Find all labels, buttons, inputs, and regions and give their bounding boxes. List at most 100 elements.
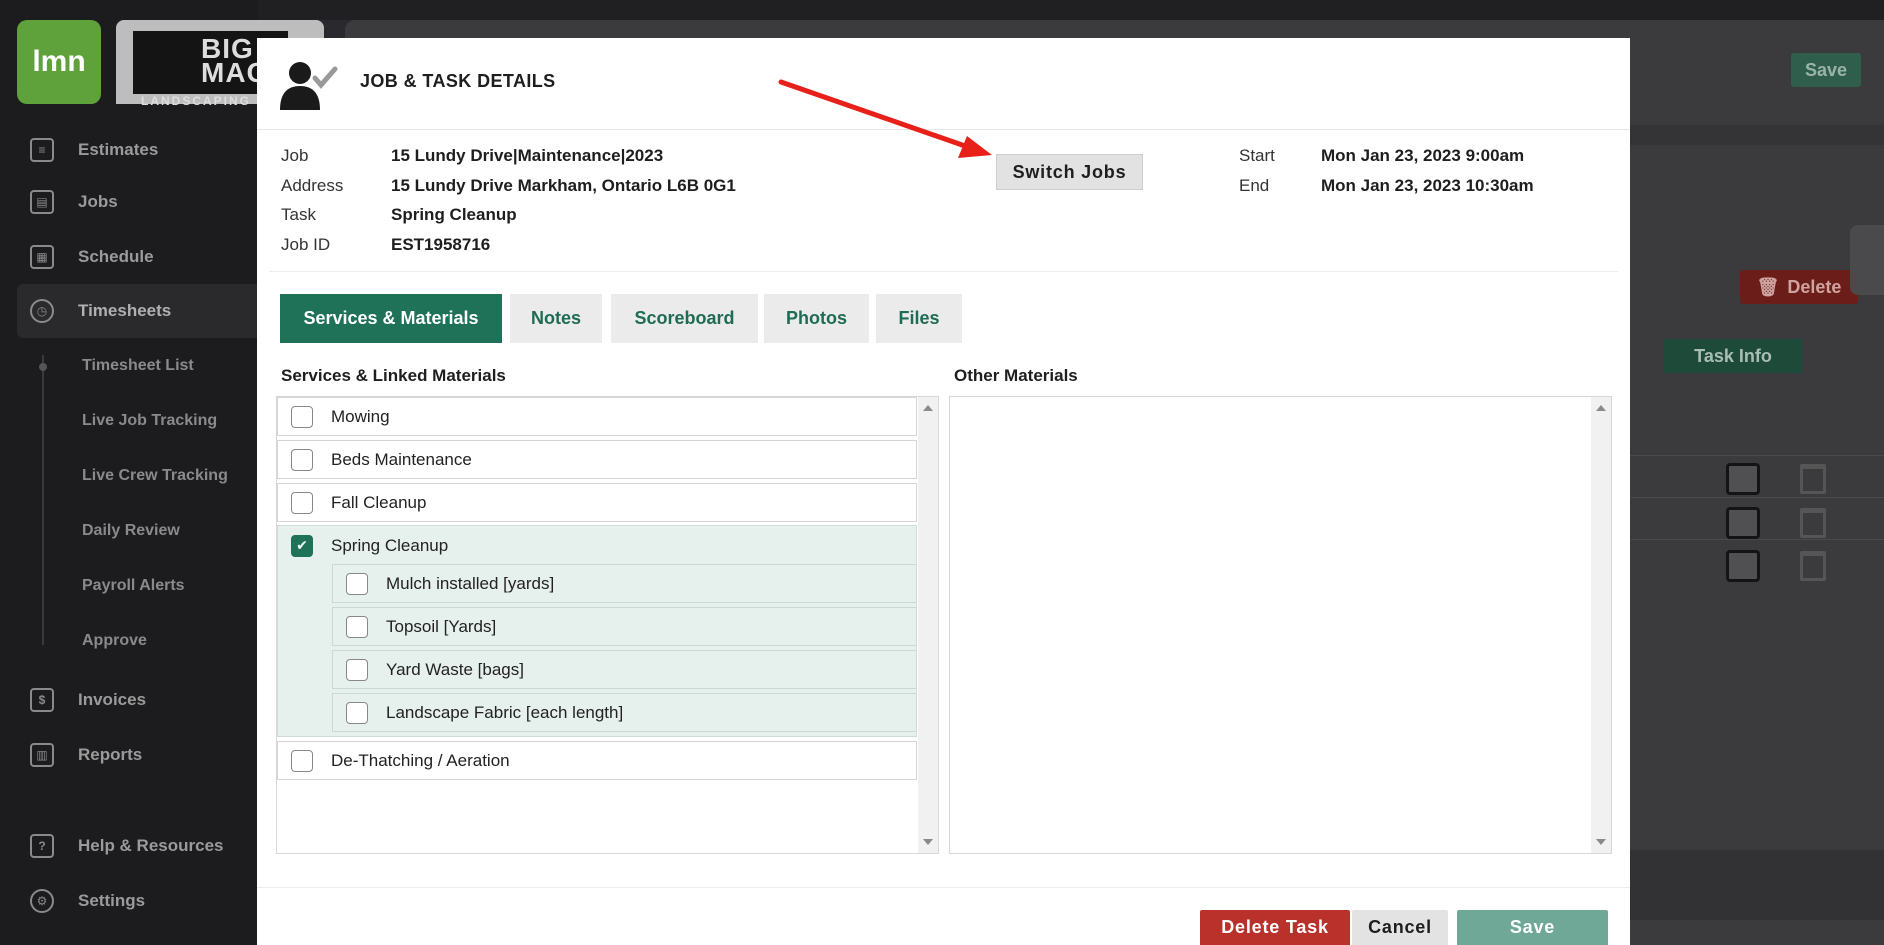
checkbox[interactable] <box>291 749 313 772</box>
material-row-topsoil[interactable]: Topsoil [Yards] <box>332 607 917 646</box>
job-label: Job <box>281 146 309 165</box>
checkbox-checked[interactable]: ✔ <box>291 534 313 557</box>
save-button[interactable]: Save <box>1457 910 1608 945</box>
checkbox[interactable] <box>291 405 313 428</box>
tab-photos[interactable]: Photos <box>764 294 869 343</box>
material-label: Landscape Fabric [each length] <box>386 702 624 722</box>
modal-header: JOB & TASK DETAILS <box>257 38 1630 130</box>
tab-services-materials[interactable]: Services & Materials <box>280 294 502 343</box>
scroll-down-arrow-icon[interactable] <box>923 839 933 845</box>
other-materials-title: Other Materials <box>954 366 1078 385</box>
material-row-landscape-fabric[interactable]: Landscape Fabric [each length] <box>332 693 917 732</box>
divider <box>269 271 1618 272</box>
service-row-beds-maintenance[interactable]: Beds Maintenance <box>277 440 917 479</box>
jobs-icon: ▤ <box>30 190 54 214</box>
sidebar-item-jobs[interactable]: ▤ Jobs <box>30 190 118 214</box>
tab-scoreboard[interactable]: Scoreboard <box>611 294 758 343</box>
checkbox[interactable] <box>346 701 368 724</box>
calendar-icon: ▦ <box>30 245 54 269</box>
checkbox[interactable] <box>346 572 368 595</box>
sidebar-item-label: Jobs <box>78 192 118 211</box>
background-bottom-bar <box>1630 850 1884 920</box>
sidebar-item-invoices[interactable]: $ Invoices <box>30 688 146 712</box>
sidebar-subitem-timesheet-list[interactable]: Timesheet List <box>82 357 194 375</box>
tab-files[interactable]: Files <box>876 294 962 343</box>
sidebar-item-label: Schedule <box>78 247 154 266</box>
job-id-label: Job ID <box>281 235 331 254</box>
scroll-up-arrow-icon[interactable] <box>923 405 933 411</box>
invoice-icon: $ <box>30 688 54 712</box>
tab-notes[interactable]: Notes <box>510 294 602 343</box>
filter-sliders-icon[interactable] <box>1850 225 1884 295</box>
service-row-spring-cleanup[interactable]: ✔ Spring Cleanup <box>278 526 916 565</box>
checkbox[interactable] <box>346 658 368 681</box>
switch-jobs-button[interactable]: Switch Jobs <box>996 154 1143 190</box>
task-info-button[interactable]: Task Info <box>1664 339 1802 373</box>
user-check-icon <box>280 62 338 110</box>
other-materials-list[interactable] <box>949 396 1612 854</box>
sidebar-item-timesheets[interactable]: ◷ Timesheets <box>17 284 258 338</box>
service-row-fall-cleanup[interactable]: Fall Cleanup <box>277 483 917 522</box>
sidebar-item-help[interactable]: ? Help & Resources <box>30 834 224 858</box>
checkbox[interactable] <box>291 448 313 471</box>
sidebar-item-label: Estimates <box>78 140 159 159</box>
trash-icon[interactable] <box>1800 508 1826 538</box>
end-label: End <box>1239 176 1270 195</box>
sidebar-item-reports[interactable]: ▥ Reports <box>30 743 142 767</box>
scrollbar[interactable] <box>1591 397 1611 853</box>
start-value: Mon Jan 23, 2023 9:00am <box>1321 146 1525 165</box>
address-label: Address <box>281 176 344 195</box>
sidebar-item-label: Timesheets <box>78 301 172 320</box>
sidebar-item-label: Settings <box>78 891 146 910</box>
estimates-icon: ≡ <box>30 138 54 162</box>
background-save-button[interactable]: Save <box>1791 53 1861 87</box>
footer-divider <box>257 887 1630 888</box>
job-task-details-modal: JOB & TASK DETAILS Job 15 Lundy Drive|Ma… <box>257 38 1630 945</box>
services-list[interactable]: Mowing Beds Maintenance Fall Cleanup ✔ S… <box>276 396 939 854</box>
edit-icon[interactable] <box>1726 550 1760 582</box>
sidebar-item-label: Invoices <box>78 690 147 709</box>
cancel-button[interactable]: Cancel <box>1352 910 1448 945</box>
end-value: Mon Jan 23, 2023 10:30am <box>1321 176 1534 195</box>
checkbox[interactable] <box>346 615 368 638</box>
material-row-yard-waste[interactable]: Yard Waste [bags] <box>332 650 917 689</box>
sidebar: lmn BIG MAC LANDSCAPING ≡ Estimates ▤ Jo… <box>0 0 324 945</box>
material-label: Yard Waste [bags] <box>386 659 524 679</box>
delete-task-button[interactable]: Delete Task <box>1200 910 1350 945</box>
sidebar-subitem-live-job-tracking[interactable]: Live Job Tracking <box>82 412 217 430</box>
edit-icon[interactable] <box>1726 463 1760 495</box>
trash-icon[interactable] <box>1800 551 1826 581</box>
service-label: Spring Cleanup <box>331 535 449 555</box>
gear-icon: ⚙ <box>30 889 54 913</box>
sidebar-subitem-approve[interactable]: Approve <box>82 632 147 650</box>
sidebar-item-label: Help & Resources <box>78 836 224 855</box>
clock-icon: ◷ <box>30 299 54 323</box>
trash-icon[interactable] <box>1800 464 1826 494</box>
scrollbar[interactable] <box>918 397 938 853</box>
service-label: Mowing <box>331 406 390 426</box>
background-delete-button[interactable]: 🗑 Delete <box>1740 270 1858 304</box>
sidebar-item-settings[interactable]: ⚙ Settings <box>30 889 145 913</box>
submenu-line <box>42 355 44 645</box>
sidebar-subitem-daily-review[interactable]: Daily Review <box>82 522 180 540</box>
service-label: Fall Cleanup <box>331 492 427 512</box>
scroll-down-arrow-icon[interactable] <box>1596 839 1606 845</box>
sidebar-subitem-payroll-alerts[interactable]: Payroll Alerts <box>82 577 185 595</box>
checkbox[interactable] <box>291 491 313 514</box>
submenu-dot <box>39 363 47 371</box>
service-group-spring-cleanup: ✔ Spring Cleanup Mulch installed [yards]… <box>277 525 917 737</box>
address-value: 15 Lundy Drive Markham, Ontario L6B 0G1 <box>391 176 736 195</box>
job-value: 15 Lundy Drive|Maintenance|2023 <box>391 146 664 165</box>
service-row-dethatching[interactable]: De-Thatching / Aeration <box>277 741 917 780</box>
material-row-mulch[interactable]: Mulch installed [yards] <box>332 564 917 603</box>
scroll-up-arrow-icon[interactable] <box>1596 405 1606 411</box>
sidebar-subitem-live-crew-tracking[interactable]: Live Crew Tracking <box>82 467 228 485</box>
material-label: Topsoil [Yards] <box>386 616 497 636</box>
service-row-mowing[interactable]: Mowing <box>277 397 917 436</box>
sidebar-item-estimates[interactable]: ≡ Estimates <box>30 138 158 162</box>
sidebar-item-schedule[interactable]: ▦ Schedule <box>30 245 154 269</box>
lmn-logo[interactable]: lmn <box>17 20 101 104</box>
modal-title: JOB & TASK DETAILS <box>360 71 556 91</box>
edit-icon[interactable] <box>1726 507 1760 539</box>
sidebar-item-label: Reports <box>78 745 143 764</box>
